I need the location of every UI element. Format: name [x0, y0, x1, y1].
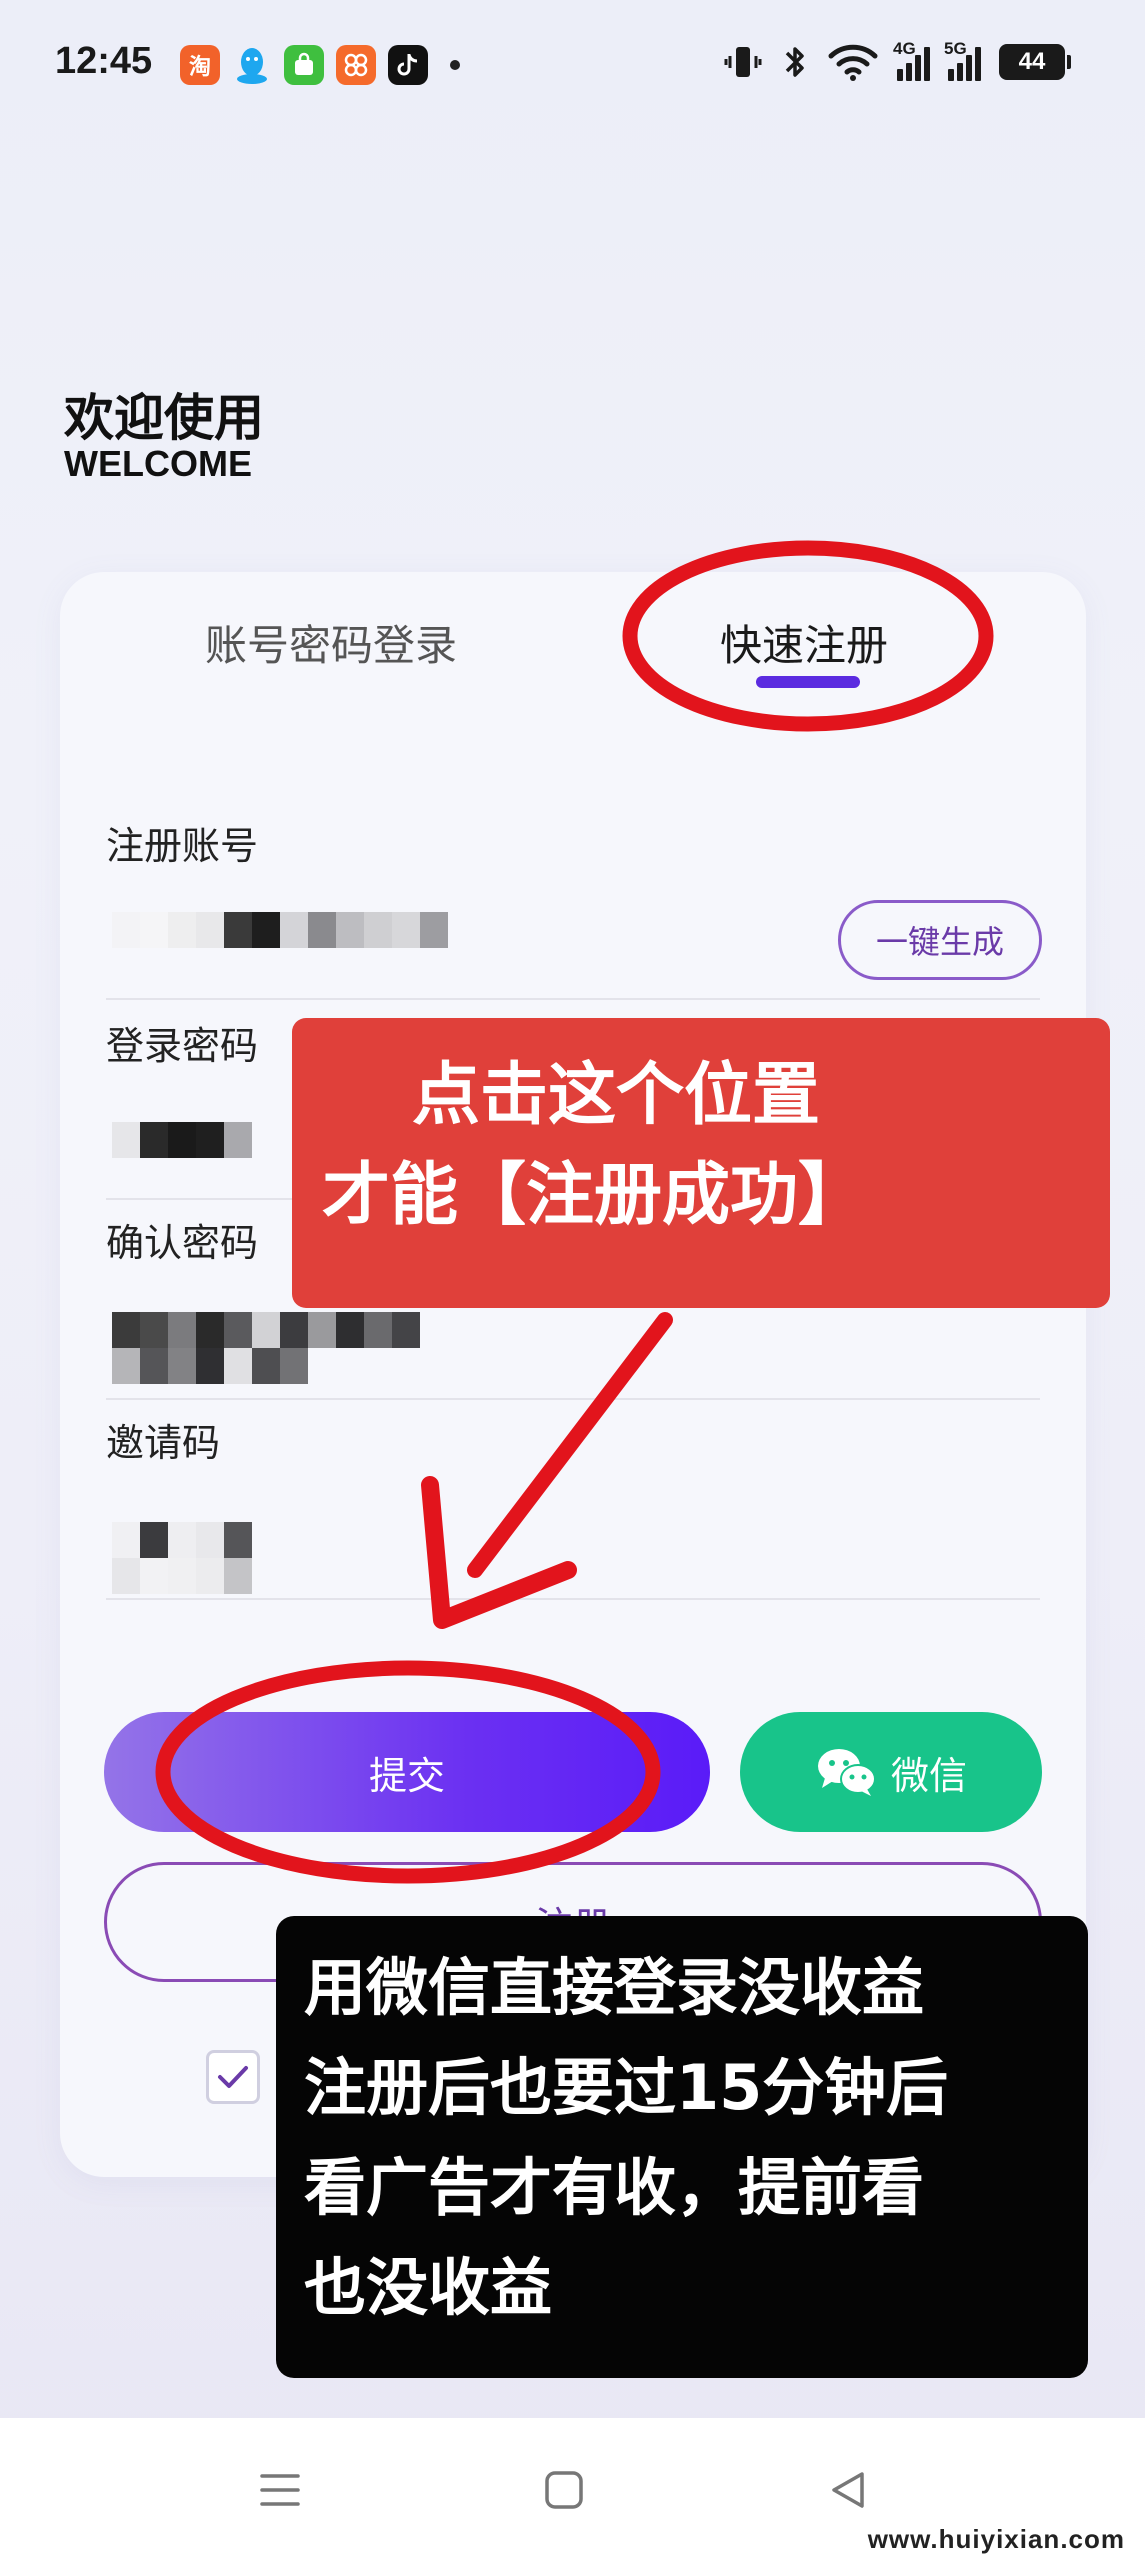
back-icon[interactable]	[826, 2468, 870, 2512]
wifi-icon	[828, 44, 878, 81]
one-click-generate-button[interactable]: 一键生成	[838, 900, 1042, 980]
account-value-redacted	[112, 912, 448, 948]
password-label: 登录密码	[106, 1024, 259, 1068]
home-icon[interactable]	[542, 2468, 586, 2512]
black-callout-line-4: 也没收益	[304, 2251, 553, 2324]
taobao-icon: 淘	[180, 45, 220, 85]
confirm-password-value-redacted	[112, 1312, 422, 1384]
menu-icon[interactable]	[258, 2468, 302, 2512]
agreement-checkbox[interactable]	[206, 2050, 260, 2104]
status-bar: 12:45 淘 4G 5G 44	[0, 0, 1145, 135]
wechat-icon	[817, 1749, 876, 1796]
confirm-password-underline	[106, 1398, 1040, 1400]
status-time: 12:45	[55, 40, 153, 82]
black-callout-line-2: 注册后也要过15分钟后	[304, 2051, 949, 2124]
wechat-button-label: 微信	[890, 1753, 967, 1798]
welcome-title: 欢迎使用	[64, 389, 264, 447]
red-callout-line-1: 点击这个位置	[412, 1056, 821, 1135]
confirm-password-input[interactable]	[112, 1312, 422, 1384]
vibrate-icon	[724, 47, 762, 77]
tab-quick-register[interactable]: 快速注册	[720, 612, 888, 673]
tab-account-login[interactable]: 账号密码登录	[205, 612, 457, 673]
instruction-callout-red: 点击这个位置 才能【注册成功】	[292, 1018, 1110, 1308]
shopping-bag-icon	[284, 45, 324, 85]
system-icons: 4G 5G 44	[723, 39, 1071, 82]
black-callout-line-1: 用微信直接登录没收益	[304, 1951, 925, 2024]
welcome-subtitle: WELCOME	[64, 443, 252, 484]
tiktok-icon	[388, 45, 428, 85]
invite-code-underline	[106, 1598, 1040, 1600]
wechat-login-button[interactable]: 微信	[740, 1712, 1042, 1832]
account-underline	[106, 998, 1040, 1000]
invite-code-input[interactable]	[112, 1522, 262, 1594]
password-value-redacted	[112, 1122, 252, 1158]
battery-indicator: 44	[999, 44, 1071, 80]
black-callout-line-3: 看广告才有收，提前看	[304, 2151, 925, 2224]
cellular-signal-2: 5G	[944, 39, 981, 81]
red-callout-line-2: 才能【注册成功】	[322, 1156, 867, 1235]
watermark: www.huiyixian.com	[867, 2524, 1125, 2554]
qq-icon	[232, 45, 272, 85]
confirm-password-label: 确认密码	[106, 1221, 259, 1265]
submit-button[interactable]: 提交	[104, 1712, 710, 1832]
active-tab-indicator	[756, 676, 860, 688]
invite-code-label: 邀请码	[106, 1421, 221, 1465]
instruction-callout-black: 用微信直接登录没收益 注册后也要过15分钟后 看广告才有收，提前看 也没收益	[276, 1916, 1088, 2378]
bluetooth-icon	[785, 47, 804, 77]
account-label: 注册账号	[106, 824, 259, 868]
notification-icons: 淘	[180, 45, 460, 85]
checkmark-icon	[218, 2066, 248, 2088]
password-input[interactable]	[112, 1122, 252, 1172]
invite-code-value-redacted	[112, 1522, 262, 1594]
app-grid-icon	[336, 45, 376, 85]
more-notifications-dot	[450, 60, 460, 70]
cellular-signal-1: 4G	[893, 39, 930, 81]
account-input[interactable]	[112, 912, 448, 962]
